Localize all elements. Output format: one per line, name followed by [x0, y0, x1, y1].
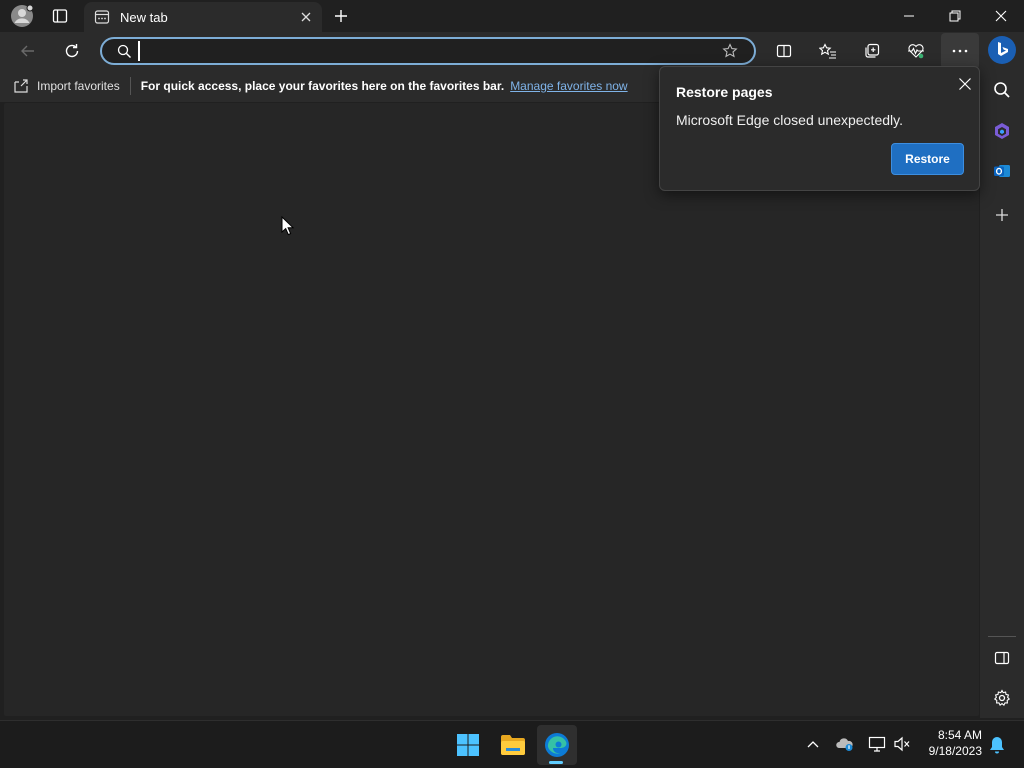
- collections-icon: [865, 43, 880, 58]
- star-add-icon: [722, 43, 738, 58]
- address-input[interactable]: [138, 41, 716, 61]
- favorites-button[interactable]: [814, 37, 842, 65]
- tab-new-tab[interactable]: New tab: [84, 2, 322, 32]
- minimize-button[interactable]: [886, 0, 932, 32]
- hide-sidebar-button[interactable]: [988, 644, 1016, 672]
- vertical-tabs-icon: [52, 9, 68, 23]
- popup-message: Microsoft Edge closed unexpectedly.: [676, 112, 903, 128]
- tab-title: New tab: [120, 9, 168, 25]
- profile-avatar[interactable]: [8, 3, 36, 29]
- address-bar[interactable]: [100, 37, 756, 65]
- import-icon: [14, 79, 28, 93]
- bell-icon: [990, 737, 1004, 754]
- sidebar-divider: [988, 636, 1016, 637]
- mouse-cursor: [281, 215, 295, 241]
- file-explorer-button[interactable]: [493, 725, 533, 765]
- copilot-button[interactable]: [986, 34, 1018, 66]
- close-window-button[interactable]: [978, 0, 1024, 32]
- close-icon: [301, 12, 311, 22]
- active-app-indicator: [549, 761, 563, 764]
- edge-taskbar-button[interactable]: [537, 725, 577, 765]
- tab-strip: New tab: [0, 0, 1024, 32]
- close-icon: [995, 10, 1007, 22]
- volume-tray-button[interactable]: [891, 733, 913, 755]
- taskbar-clock[interactable]: 8:54 AM 9/18/2023: [920, 727, 982, 759]
- windows-logo-icon: [457, 734, 479, 756]
- arrow-left-icon: [21, 45, 34, 57]
- clock-time: 8:54 AM: [937, 728, 982, 742]
- collections-button[interactable]: [858, 37, 886, 65]
- profile-icon: [11, 4, 34, 27]
- taskbar: 8:54 AM 9/18/2023: [0, 720, 1024, 768]
- favorites-list-icon: [819, 43, 836, 59]
- back-button[interactable]: [14, 37, 42, 65]
- network-tray-button[interactable]: [866, 733, 888, 755]
- sidebar-settings-button[interactable]: [988, 684, 1016, 712]
- speaker-muted-icon: [894, 736, 910, 752]
- outlook-icon: [994, 165, 1010, 177]
- popup-close-button[interactable]: [954, 73, 976, 95]
- chevron-up-icon: [807, 741, 819, 748]
- cloud-icon: [836, 738, 853, 751]
- search-icon: [117, 44, 132, 59]
- favorites-hint: For quick access, place your favorites h…: [140, 79, 505, 93]
- sidebar-toggle-icon: [994, 651, 1010, 665]
- new-tab-icon: [94, 9, 110, 25]
- folder-icon: [501, 735, 525, 755]
- heart-pulse-icon: [908, 44, 924, 59]
- bing-icon: [988, 36, 1016, 64]
- tab-close-button[interactable]: [292, 3, 320, 31]
- show-hidden-icons-button[interactable]: [802, 733, 824, 755]
- sidebar-designer-button[interactable]: [988, 117, 1016, 145]
- page-content[interactable]: [4, 103, 979, 716]
- plus-icon: [335, 10, 347, 22]
- popup-title: Restore pages: [676, 84, 773, 100]
- favorites-separator: [129, 77, 131, 95]
- network-icon: [868, 736, 886, 752]
- import-favorites-button[interactable]: Import favorites: [13, 78, 120, 94]
- restore-window-icon: [949, 10, 961, 22]
- manage-favorites-link[interactable]: Manage favorites now: [510, 79, 627, 93]
- sidebar-outlook-button[interactable]: [988, 157, 1016, 185]
- split-screen-icon: [776, 44, 792, 58]
- edge-icon: [545, 733, 569, 757]
- refresh-icon: [65, 44, 79, 58]
- clock-date: 9/18/2023: [928, 744, 982, 758]
- search-icon: [994, 82, 1010, 98]
- new-tab-button[interactable]: [327, 3, 355, 29]
- restore-button[interactable]: Restore: [891, 143, 964, 175]
- browser-essentials-button[interactable]: [902, 37, 930, 65]
- close-icon: [959, 78, 971, 90]
- gear-icon: [993, 689, 1011, 706]
- sidebar-add-button[interactable]: [988, 201, 1016, 229]
- cursor-arrow-icon: [281, 215, 295, 236]
- designer-icon: [995, 123, 1009, 139]
- split-screen-button[interactable]: [770, 37, 798, 65]
- restore-pages-popup: Restore pages Microsoft Edge closed unex…: [659, 66, 980, 191]
- restore-window-button[interactable]: [932, 0, 978, 32]
- tab-actions-button[interactable]: [46, 3, 74, 29]
- more-horizontal-icon: [952, 49, 968, 53]
- settings-and-more-button[interactable]: [941, 33, 979, 69]
- sidebar-search-button[interactable]: [988, 76, 1016, 104]
- refresh-button[interactable]: [58, 37, 86, 65]
- onedrive-tray-button[interactable]: [834, 733, 856, 755]
- add-favorite-button[interactable]: [716, 39, 744, 63]
- notifications-button[interactable]: [986, 734, 1008, 756]
- minimize-icon: [904, 15, 914, 17]
- start-button[interactable]: [448, 725, 488, 765]
- import-favorites-label: Import favorites: [37, 79, 120, 93]
- plus-icon: [996, 209, 1008, 221]
